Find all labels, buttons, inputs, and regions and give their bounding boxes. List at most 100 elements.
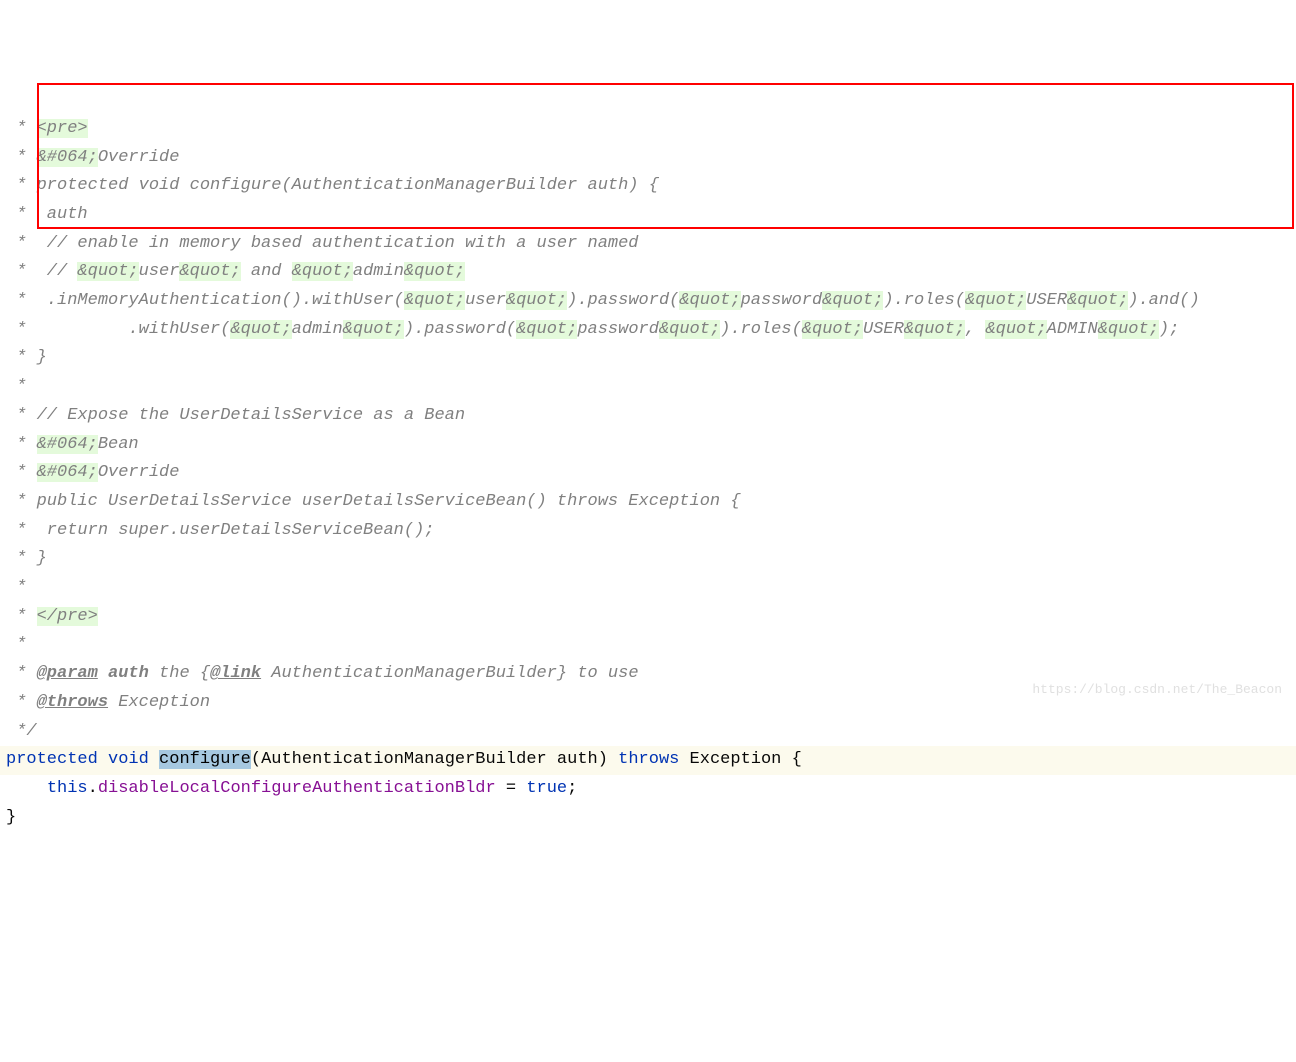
entity: &quot; <box>404 291 465 310</box>
text: Bean <box>98 435 139 454</box>
text: USER <box>863 320 904 339</box>
entity: &#064; <box>37 435 98 454</box>
entity: &quot; <box>230 320 291 339</box>
entity: &quot; <box>1067 291 1128 310</box>
text: USER <box>1026 291 1067 310</box>
code-line[interactable]: * .withUser(&quot;admin&quot;).password(… <box>0 316 1296 345</box>
text: user <box>465 291 506 310</box>
text: ).roles( <box>720 320 802 339</box>
text: ).password( <box>404 320 516 339</box>
code-line[interactable]: * } <box>0 545 1296 574</box>
keyword-protected: protected <box>6 750 98 769</box>
text: * // <box>6 262 77 281</box>
params: (AuthenticationManagerBuilder auth) <box>251 750 618 769</box>
code-line[interactable]: } <box>0 804 1296 833</box>
entity: &quot; <box>506 291 567 310</box>
entity: &quot; <box>679 291 740 310</box>
text: Override <box>98 463 180 482</box>
pre-close-tag: </pre> <box>37 607 98 626</box>
entity: &quot; <box>904 320 965 339</box>
indent <box>6 779 47 798</box>
field-name: disableLocalConfigureAuthenticationBldr <box>98 779 496 798</box>
text: ADMIN <box>1047 320 1098 339</box>
code-line[interactable]: * // enable in memory based authenticati… <box>0 230 1296 259</box>
code-line[interactable]: * <pre> <box>0 115 1296 144</box>
entity: &quot; <box>1098 320 1159 339</box>
keyword-true: true <box>526 779 567 798</box>
code-line[interactable]: * </pre> <box>0 603 1296 632</box>
text: admin <box>353 262 404 281</box>
param-tag: @param <box>37 664 98 683</box>
text: admin <box>292 320 343 339</box>
code-line[interactable]: * // Expose the UserDetailsService as a … <box>0 402 1296 431</box>
entity: &quot; <box>802 320 863 339</box>
keyword-this: this <box>47 779 88 798</box>
text: Exception <box>108 693 210 712</box>
text: * <box>6 148 37 167</box>
code-line[interactable]: * public UserDetailsService userDetailsS… <box>0 488 1296 517</box>
text: Override <box>98 148 180 167</box>
entity: &quot; <box>659 320 720 339</box>
text: user <box>139 262 180 281</box>
text: and <box>241 262 292 281</box>
text: the { <box>149 664 210 683</box>
code-line[interactable]: * auth <box>0 201 1296 230</box>
equals: = <box>496 779 527 798</box>
text: ); <box>1159 320 1179 339</box>
entity: &quot; <box>822 291 883 310</box>
entity: &quot; <box>965 291 1026 310</box>
text: Exception { <box>679 750 801 769</box>
keyword-throws: throws <box>618 750 679 769</box>
entity: &quot; <box>77 262 138 281</box>
code-line[interactable]: * return super.userDetailsServiceBean(); <box>0 517 1296 546</box>
link-tag: @link <box>210 664 261 683</box>
throws-tag: @throws <box>37 693 108 712</box>
watermark: https://blog.csdn.net/The_Beacon <box>1032 676 1282 705</box>
entity: &quot; <box>516 320 577 339</box>
entity: &quot; <box>179 262 240 281</box>
code-line[interactable]: * &#064;Override <box>0 459 1296 488</box>
text: * <box>6 664 37 683</box>
space <box>98 750 108 769</box>
text: password <box>577 320 659 339</box>
code-line[interactable]: * <box>0 631 1296 660</box>
text: * <box>6 435 37 454</box>
code-line[interactable]: * protected void configure(Authenticatio… <box>0 172 1296 201</box>
code-line[interactable]: * .inMemoryAuthentication().withUser(&qu… <box>0 287 1296 316</box>
text: * <box>6 607 37 626</box>
text: ).password( <box>567 291 679 310</box>
code-line[interactable]: * &#064;Bean <box>0 431 1296 460</box>
text: ).roles( <box>883 291 965 310</box>
entity: &quot; <box>343 320 404 339</box>
text: * <box>6 693 37 712</box>
param-name: auth <box>108 664 149 683</box>
text: * .inMemoryAuthentication().withUser( <box>6 291 404 310</box>
comment-text: * <box>6 119 37 138</box>
code-line[interactable]: * <box>0 373 1296 402</box>
text: * <box>6 463 37 482</box>
entity: &#064; <box>37 463 98 482</box>
code-line[interactable]: * } <box>0 344 1296 373</box>
keyword-void: void <box>108 750 149 769</box>
entity: &#064; <box>37 148 98 167</box>
dot: . <box>88 779 98 798</box>
text: ).and() <box>1128 291 1199 310</box>
method-name-selected: configure <box>159 750 251 769</box>
text <box>98 664 108 683</box>
code-line-active[interactable]: protected void configure(AuthenticationM… <box>0 746 1296 775</box>
semicolon: ; <box>567 779 577 798</box>
entity: &quot; <box>985 320 1046 339</box>
text: AuthenticationManagerBuilder} to use <box>261 664 638 683</box>
code-line[interactable]: * // &quot;user&quot; and &quot;admin&qu… <box>0 258 1296 287</box>
code-line[interactable]: * &#064;Override <box>0 144 1296 173</box>
entity: &quot; <box>292 262 353 281</box>
text: , <box>965 320 985 339</box>
code-line[interactable]: this.disableLocalConfigureAuthentication… <box>0 775 1296 804</box>
entity: &quot; <box>404 262 465 281</box>
code-line[interactable]: * <box>0 574 1296 603</box>
text: * .withUser( <box>6 320 230 339</box>
code-line[interactable]: */ <box>0 718 1296 747</box>
text: password <box>741 291 823 310</box>
pre-tag: <pre> <box>37 119 88 138</box>
space <box>149 750 159 769</box>
